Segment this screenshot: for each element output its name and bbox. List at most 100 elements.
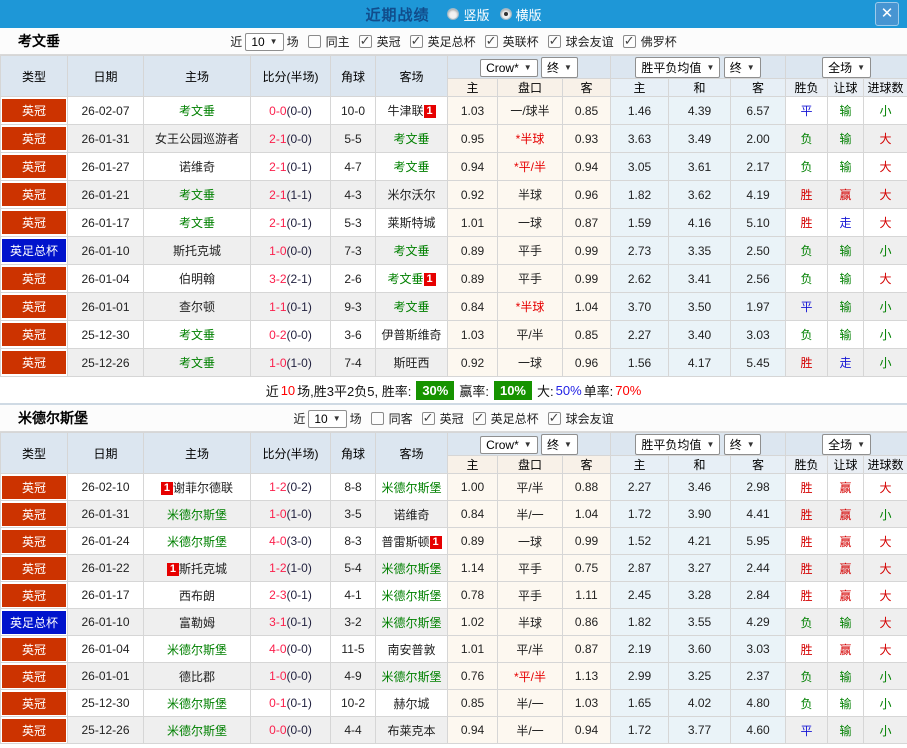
league-type-cell: 英冠 xyxy=(0,473,68,501)
layout-radio-horizontal[interactable] xyxy=(499,8,512,20)
home-team-name: 1 谢菲尔德联 xyxy=(160,481,233,495)
halftime-score: (2-1) xyxy=(286,271,312,286)
home-team-cell: 诺维奇 xyxy=(143,152,251,181)
result-value: 小 xyxy=(879,104,892,118)
dropdown-arrow-icon: ▼ xyxy=(706,62,715,72)
checkbox-checked[interactable] xyxy=(547,410,561,426)
odds-company-select[interactable]: Crow* ▼ xyxy=(480,58,538,77)
odds-company-select[interactable]: Crow* ▼ xyxy=(480,435,538,454)
result-value: 胜 xyxy=(800,588,813,603)
result-value: 负 xyxy=(800,160,813,174)
mean-stage-select[interactable]: 终 ▼ xyxy=(723,433,761,455)
checkbox-checked[interactable] xyxy=(622,33,636,49)
mean-select[interactable]: 胜平负均值 ▼ xyxy=(635,56,721,78)
table-row: 英冠 26-01-04 伯明翰 3-2(2-1) 2-6 考文垂 1 0.89 平手 0.99 2.… xyxy=(0,264,907,293)
halftime-score: (0-0) xyxy=(286,131,312,146)
checkbox-unchecked[interactable] xyxy=(370,412,384,425)
mean-group-header: 胜平负均值 ▼ 终 ▼ xyxy=(610,55,787,79)
odds-cell: 0.89 xyxy=(447,236,498,265)
corner-cell: 9-3 xyxy=(330,292,376,321)
result-value: 输 xyxy=(839,669,852,684)
home-team-cell: 米德尔斯堡 xyxy=(143,689,251,717)
mean-odds-cell: 2.37 xyxy=(730,662,787,690)
checkbox-checked[interactable] xyxy=(547,33,561,49)
fulltime-score: 1-1 xyxy=(269,299,287,314)
close-icon[interactable]: ✕ xyxy=(875,2,899,26)
match-count-select[interactable]: 10 ▼ xyxy=(308,409,347,428)
corner-cell: 11-5 xyxy=(330,635,376,663)
handicap-cell: 平/半 xyxy=(497,635,563,663)
table-row: 英冠 26-01-01 德比郡 1-0(0-0) 4-9 米德尔斯堡 0.76 *平/半 1.1… xyxy=(0,662,907,690)
home-team-cell: 女王公园巡游者 xyxy=(143,124,251,153)
league-badge: 英冠 xyxy=(2,155,66,178)
odds-value: 0.76 xyxy=(460,669,485,683)
checkbox-unchecked[interactable] xyxy=(307,35,321,48)
date-cell: 26-01-04 xyxy=(67,264,144,293)
date-cell: 26-01-04 xyxy=(67,635,144,663)
mean-odds-cell: 3.28 xyxy=(668,581,732,609)
league-type-cell: 英冠 xyxy=(0,527,68,555)
odds-stage-select[interactable]: 终 ▼ xyxy=(541,56,578,78)
summary-text: 近 xyxy=(265,383,279,399)
home-team-name: 1 斯托克城 xyxy=(166,562,227,576)
mean-stage-select[interactable]: 终 ▼ xyxy=(723,56,761,78)
halftime-score: (0-1) xyxy=(286,159,312,174)
halftime-score: (0-0) xyxy=(286,103,312,118)
checkbox-checked[interactable] xyxy=(484,33,498,49)
match-count-select[interactable]: 10 ▼ xyxy=(245,32,284,51)
table-row: 英冠 26-02-10 1 谢菲尔德联 1-2(0-2) 8-8 米德尔斯堡 1.00 平/半 0… xyxy=(0,473,907,501)
odds-value: 1.14 xyxy=(460,561,485,575)
mean-select[interactable]: 胜平负均值 ▼ xyxy=(635,433,721,455)
checkbox-checked[interactable] xyxy=(358,33,372,49)
checkbox-checked[interactable] xyxy=(472,410,486,426)
dropdown-arrow-icon: ▼ xyxy=(746,439,755,449)
scope-select[interactable]: 全场 ▼ xyxy=(822,433,872,455)
unit-label: 场 xyxy=(349,412,362,426)
corner-cell: 4-3 xyxy=(330,180,376,209)
odds-stage-select[interactable]: 终 ▼ xyxy=(541,433,578,455)
checkbox-checked[interactable] xyxy=(409,33,423,49)
odds-value: 0.94 xyxy=(460,723,485,737)
odds-value: 0.94 xyxy=(460,159,485,174)
checkbox-checked[interactable] xyxy=(421,410,435,426)
date-cell: 26-01-01 xyxy=(67,662,144,690)
odds-value: 0.88 xyxy=(574,480,599,494)
fulltime-score: 1-0 xyxy=(269,355,287,370)
home-team-name: 西布朗 xyxy=(178,588,215,603)
mean-odds-cell: 2.87 xyxy=(610,554,670,582)
odds-cell: 0.93 xyxy=(561,124,612,153)
home-team-name: 伯明翰 xyxy=(178,272,215,286)
away-team-name: 米德尔斯堡 xyxy=(381,480,442,495)
layout-radio-vertical[interactable] xyxy=(447,8,460,20)
away-team-name: 考文垂 xyxy=(393,132,430,146)
league-badge: 英冠 xyxy=(2,211,66,234)
odds-value: 0.86 xyxy=(574,615,599,629)
corner-cell: 4-9 xyxy=(330,662,376,690)
odds-value: 平手 xyxy=(517,244,542,258)
winloss-cell: 负 xyxy=(785,264,829,293)
odds-value: 半/一 xyxy=(516,723,544,738)
result-value: 大 xyxy=(879,160,892,174)
fulltime-score: 0-0 xyxy=(269,723,287,737)
handicap-result-cell: 输 xyxy=(827,152,865,181)
handicap-cell: 一球 xyxy=(497,527,563,555)
corner-cell: 10-2 xyxy=(330,689,376,717)
dropdown-arrow-icon: ▼ xyxy=(746,62,755,72)
mean-odds-cell: 3.60 xyxy=(668,635,732,663)
home-team-cell: 考文垂 xyxy=(143,320,251,349)
rank-badge: 1 xyxy=(166,562,179,576)
league-badge: 英冠 xyxy=(2,323,66,346)
away-team-cell: 考文垂 xyxy=(375,236,448,265)
rank-badge: 1 xyxy=(160,481,173,495)
away-team-cell: 米德尔斯堡 xyxy=(375,662,448,690)
odds-value: 一球 xyxy=(517,216,542,230)
handicap-cell: 半/一 xyxy=(497,716,563,744)
odds-value: 1.04 xyxy=(574,507,599,521)
sub-column-header: 主 xyxy=(610,78,670,97)
mean-odds-cell: 1.56 xyxy=(610,348,670,377)
league-type-cell: 英冠 xyxy=(0,208,68,237)
checkbox-label: 英冠 xyxy=(376,35,401,49)
odds-cell: 1.04 xyxy=(561,292,612,321)
scope-select[interactable]: 全场 ▼ xyxy=(822,56,872,78)
odds-cell: 1.01 xyxy=(447,208,498,237)
